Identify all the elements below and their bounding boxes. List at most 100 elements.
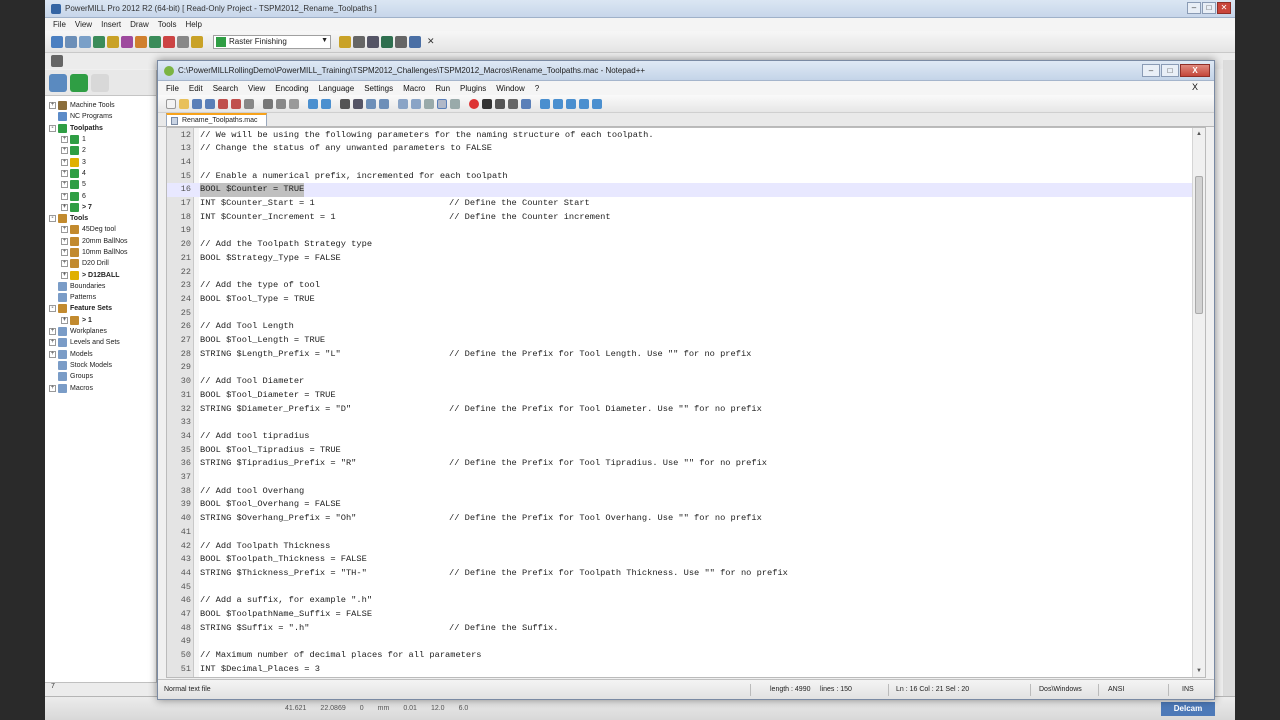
pm-minimize-button[interactable]: – <box>1187 2 1201 14</box>
last-icon[interactable] <box>592 98 602 109</box>
end-point-icon[interactable] <box>163 35 175 48</box>
expand-icon[interactable] <box>49 373 56 380</box>
code-line[interactable]: 13 // Change the status of any unwanted p… <box>167 142 1193 156</box>
code-line[interactable]: 47 BOOL $ToolpathName_Suffix = FALSE <box>167 608 1193 622</box>
code-line[interactable]: 16 BOOL $Counter = TRUE <box>167 183 1193 197</box>
explorer-item[interactable]: +4 <box>45 168 156 179</box>
code-line[interactable]: 46 // Add a suffix, for example ".h" <box>167 594 1193 608</box>
scroll-down-icon[interactable]: ▼ <box>1193 665 1205 677</box>
pm-status-value[interactable]: mm <box>378 705 390 712</box>
close-all-icon[interactable] <box>231 98 241 109</box>
npp-menu-run[interactable]: Run <box>435 84 450 93</box>
edit-icon[interactable] <box>339 35 351 48</box>
pm-maximize-button[interactable]: □ <box>1202 2 1216 14</box>
collapse-icon[interactable]: - <box>49 124 56 132</box>
pm-menu-help[interactable]: Help <box>185 20 201 29</box>
code-line[interactable]: 17 INT $Counter_Start = 1 // Define the Co… <box>167 197 1193 211</box>
explorer-item[interactable]: +5 <box>45 179 156 190</box>
collapse-icon[interactable]: - <box>49 305 56 313</box>
npp-menu-plugins[interactable]: Plugins <box>460 84 486 93</box>
explorer-item[interactable]: Stock Models <box>45 360 156 371</box>
code-line[interactable]: 37 <box>167 471 1193 485</box>
paste-icon[interactable] <box>289 98 299 109</box>
expand-icon[interactable] <box>49 113 56 120</box>
code-line[interactable]: 51 INT $Decimal_Places = 3 <box>167 663 1193 677</box>
pm-status-value[interactable]: 22.0869 <box>320 705 345 712</box>
simulation-icon[interactable] <box>409 35 421 48</box>
code-line[interactable]: 43 BOOL $Toolpath_Thickness = FALSE <box>167 553 1193 567</box>
expand-icon[interactable]: + <box>61 181 68 189</box>
code-line[interactable]: 32 STRING $Diameter_Prefix = "D" // Define… <box>167 403 1193 417</box>
globe-tab-icon[interactable] <box>70 74 88 92</box>
code-line[interactable]: 40 STRING $Overhang_Prefix = "Oh" // Defin… <box>167 512 1193 526</box>
expand-icon[interactable]: + <box>61 226 68 234</box>
explorer-item[interactable]: NC Programs <box>45 111 156 122</box>
first-icon[interactable] <box>579 98 589 109</box>
expand-icon[interactable] <box>49 294 56 301</box>
code-line[interactable]: 30 // Add Tool Diameter <box>167 375 1193 389</box>
next-icon[interactable] <box>566 98 576 109</box>
explorer-item[interactable]: +45Deg tool <box>45 224 156 235</box>
code-line[interactable]: 45 <box>167 581 1193 595</box>
code-line[interactable]: 44 STRING $Thickness_Prefix = "TH-" // Def… <box>167 567 1193 581</box>
npp-menu-search[interactable]: Search <box>213 84 238 93</box>
replace-icon[interactable] <box>353 98 363 109</box>
open-project-icon[interactable] <box>51 35 63 48</box>
expand-icon[interactable]: + <box>61 136 68 144</box>
zoom-out-icon[interactable] <box>379 98 389 109</box>
expand-icon[interactable]: + <box>61 316 68 324</box>
code-line[interactable]: 26 // Add Tool Length <box>167 320 1193 334</box>
code-line[interactable]: 48 STRING $Suffix = ".h" // Define the Suf… <box>167 622 1193 636</box>
code-line[interactable]: 27 BOOL $Tool_Length = TRUE <box>167 334 1193 348</box>
explorer-item[interactable]: + Models <box>45 349 156 360</box>
npp-menu-macro[interactable]: Macro <box>403 84 425 93</box>
close-document-icon[interactable]: X <box>1192 82 1198 92</box>
show-all-chars-icon[interactable] <box>437 98 447 109</box>
expand-icon[interactable]: + <box>61 203 68 211</box>
lock-icon[interactable] <box>79 35 91 48</box>
code-line[interactable]: 23 // Add the type of tool <box>167 279 1193 293</box>
pm-close-button[interactable]: ✕ <box>1217 2 1231 14</box>
maximize-button[interactable]: □ <box>1161 64 1179 77</box>
minimize-button[interactable]: – <box>1142 64 1160 77</box>
toolpath-strategy-icon[interactable] <box>191 35 203 48</box>
expand-icon[interactable]: + <box>61 271 68 279</box>
explorer-item[interactable]: + > 1 <box>45 315 156 326</box>
code-editor[interactable]: 12 // We will be using the following para… <box>166 127 1206 678</box>
find-icon[interactable] <box>340 98 350 109</box>
npp-menu-view[interactable]: View <box>248 84 265 93</box>
options-icon[interactable] <box>395 35 407 48</box>
collapse-icon[interactable]: - <box>49 215 56 223</box>
pm-status-value[interactable]: 0 <box>360 705 364 712</box>
npp-menu-window[interactable]: Window <box>496 84 524 93</box>
stop-record-icon[interactable] <box>482 98 492 109</box>
sync-horizontal-icon[interactable] <box>411 98 421 109</box>
explorer-item[interactable]: Boundaries <box>45 281 156 292</box>
feeds-icon[interactable] <box>107 35 119 48</box>
explorer-item[interactable]: +20mm BallNos <box>45 236 156 247</box>
code-line[interactable]: 49 <box>167 635 1193 649</box>
calculator-icon[interactable] <box>353 35 365 48</box>
explorer-item[interactable]: + > 7 <box>45 202 156 213</box>
explorer-item[interactable]: + > D12BALL <box>45 269 156 280</box>
explorer-item[interactable]: +1 <box>45 134 156 145</box>
expand-icon[interactable]: + <box>61 158 68 166</box>
explorer-item[interactable]: +2 <box>45 145 156 156</box>
print-icon[interactable] <box>244 98 254 109</box>
rapid-move-icon[interactable] <box>135 35 147 48</box>
pm-menu-insert[interactable]: Insert <box>101 20 121 29</box>
code-line[interactable]: 12 // We will be using the following para… <box>167 129 1193 143</box>
code-line[interactable]: 20 // Add the Toolpath Strategy type <box>167 238 1193 252</box>
pm-status-value[interactable]: 6.0 <box>459 705 469 712</box>
block-icon[interactable] <box>93 35 105 48</box>
code-line[interactable]: 33 <box>167 416 1193 430</box>
expand-icon[interactable] <box>49 283 56 290</box>
expand-icon[interactable]: + <box>61 192 68 200</box>
code-line[interactable]: 39 BOOL $Tool_Overhang = FALSE <box>167 498 1193 512</box>
expand-icon[interactable]: + <box>49 102 56 110</box>
explorer-tab-icon[interactable] <box>49 74 67 92</box>
code-line[interactable]: 15 // Enable a numerical prefix, incremen… <box>167 170 1193 184</box>
npp-menu-language[interactable]: Language <box>319 84 355 93</box>
code-line[interactable]: 42 // Add Toolpath Thickness <box>167 540 1193 554</box>
explorer-item[interactable]: Patterns <box>45 292 156 303</box>
